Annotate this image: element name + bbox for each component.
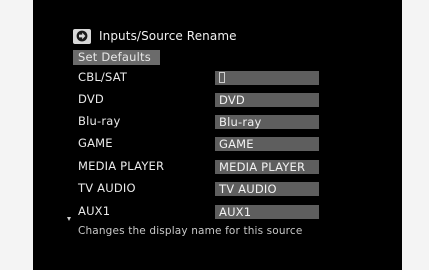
source-row-aux1[interactable]: AUX1 AUX1 <box>33 203 402 220</box>
scroll-down-icon[interactable] <box>67 217 71 221</box>
source-name-field[interactable] <box>215 71 319 85</box>
source-name-field[interactable]: Blu-ray <box>215 115 319 129</box>
source-name-field[interactable]: MEDIA PLAYER <box>215 160 319 174</box>
input-arrow-icon <box>73 28 91 44</box>
source-label: GAME <box>78 136 113 150</box>
source-label: DVD <box>78 92 104 106</box>
set-defaults-button[interactable]: Set Defaults <box>73 50 160 65</box>
source-name-field[interactable]: TV AUDIO <box>215 182 319 196</box>
source-label: AUX1 <box>78 204 111 218</box>
menu-header: Inputs/Source Rename <box>73 27 237 45</box>
source-row-game[interactable]: GAME GAME <box>33 135 402 152</box>
osd-screen: Inputs/Source Rename Set Defaults CBL/SA… <box>33 0 402 270</box>
help-text: Changes the display name for this source <box>78 225 303 237</box>
source-row-tv-audio[interactable]: TV AUDIO TV AUDIO <box>33 180 402 197</box>
text-cursor <box>219 72 225 83</box>
source-name-field[interactable]: GAME <box>215 137 319 151</box>
source-name-field[interactable]: DVD <box>215 93 319 107</box>
source-label: MEDIA PLAYER <box>78 159 165 173</box>
page-title: Inputs/Source Rename <box>99 29 237 43</box>
source-row-media-player[interactable]: MEDIA PLAYER MEDIA PLAYER <box>33 158 402 175</box>
source-label: TV AUDIO <box>78 181 136 195</box>
source-row-dvd[interactable]: DVD DVD <box>33 91 402 108</box>
source-label: Blu-ray <box>78 114 121 128</box>
source-label: CBL/SAT <box>78 70 128 84</box>
source-name-field[interactable]: AUX1 <box>215 205 319 219</box>
source-row-cbl-sat[interactable]: CBL/SAT <box>33 69 402 86</box>
source-row-blu-ray[interactable]: Blu-ray Blu-ray <box>33 113 402 130</box>
